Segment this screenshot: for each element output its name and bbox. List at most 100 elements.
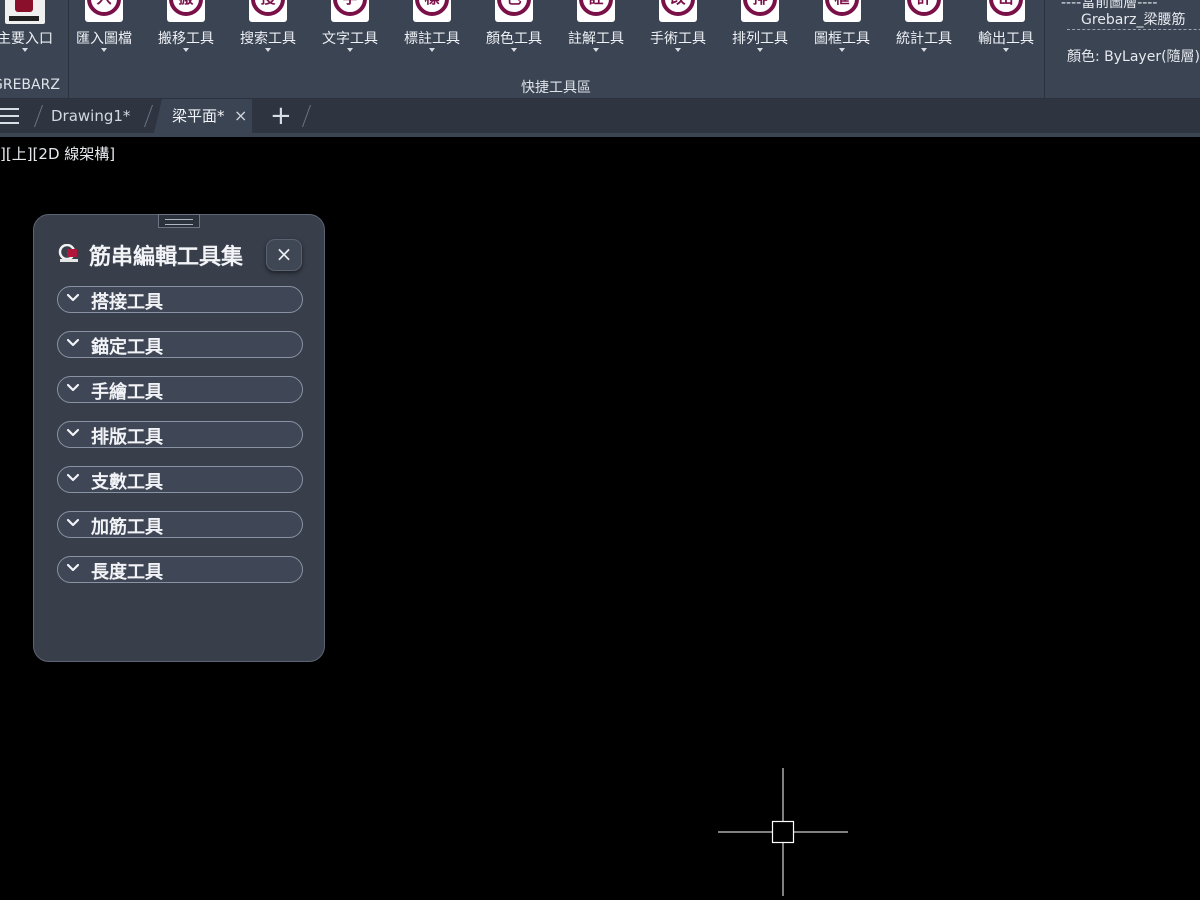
chevron-down-icon xyxy=(66,518,80,527)
tool-glyph: 標 xyxy=(415,0,449,16)
grebarz-logo-icon xyxy=(58,244,78,262)
tool-label: 註解工具 xyxy=(568,31,624,47)
chevron-down-icon xyxy=(66,428,80,437)
chevron-down-icon[interactable] xyxy=(101,48,107,52)
tool-button[interactable]: 色顏色工具 xyxy=(474,0,554,60)
tool-label: 統計工具 xyxy=(896,31,952,47)
chevron-down-icon xyxy=(66,563,80,572)
chevron-down-icon xyxy=(66,473,80,482)
palette-section[interactable]: 手繪工具 xyxy=(57,376,303,403)
tool-button[interactable]: 字文字工具 xyxy=(310,0,390,60)
palette-section[interactable]: 錨定工具 xyxy=(57,331,303,358)
tool-label: 搬移工具 xyxy=(158,31,214,47)
tool-button[interactable]: 搬搬移工具 xyxy=(146,0,226,60)
tool-glyph: 出 xyxy=(989,0,1023,16)
palette-section-label: 手繪工具 xyxy=(91,382,163,403)
palette-section-label: 長度工具 xyxy=(91,562,163,583)
chevron-down-icon[interactable] xyxy=(675,48,681,52)
layer-divider xyxy=(1067,29,1200,30)
viewport-controls[interactable]: ][上][2D 線架構] xyxy=(0,143,115,164)
tool-glyph: 改 xyxy=(661,0,695,16)
crosshair-cursor xyxy=(718,768,848,896)
tool-glyph: 入 xyxy=(87,0,121,16)
current-layer-name[interactable]: Grebarz_梁腰筋 xyxy=(1081,9,1185,29)
chevron-down-icon[interactable] xyxy=(593,48,599,52)
tool-glyph: 色 xyxy=(497,0,531,16)
ribbon-group-quick-tools: 入匯入圖檔搬搬移工具搜搜索工具字文字工具標標註工具色顏色工具註註解工具改手術工具… xyxy=(68,0,1045,98)
chevron-down-icon[interactable] xyxy=(265,48,271,52)
chevron-down-icon[interactable] xyxy=(183,48,189,52)
tool-glyph: 排 xyxy=(743,0,777,16)
tool-button[interactable]: 標標註工具 xyxy=(392,0,472,60)
chevron-down-icon xyxy=(66,293,80,302)
palette-section-label: 加筋工具 xyxy=(91,517,163,538)
current-layer-color[interactable]: 顏色: ByLayer(隨層) xyxy=(1067,46,1200,66)
palette-section-label: 支數工具 xyxy=(91,472,163,493)
ribbon: 主要入口 GREBARZ 入匯入圖檔搬搬移工具搜搜索工具字文字工具標標註工具色顏… xyxy=(0,0,1200,99)
chevron-down-icon[interactable] xyxy=(429,48,435,52)
close-tab-icon[interactable]: × xyxy=(234,99,247,133)
tool-button[interactable]: 入匯入圖檔 xyxy=(64,0,144,60)
chevron-down-icon[interactable] xyxy=(921,48,927,52)
tool-label: 輸出工具 xyxy=(978,31,1034,47)
palette-section[interactable]: 長度工具 xyxy=(57,556,303,583)
tab-bar-underline xyxy=(0,133,1200,137)
chevron-down-icon xyxy=(66,338,80,347)
palette-section[interactable]: 搭接工具 xyxy=(57,286,303,313)
close-icon[interactable]: × xyxy=(266,239,302,271)
tool-icon: 色 xyxy=(495,0,533,22)
tool-icon: 字 xyxy=(331,0,369,22)
ribbon-group-layer: ----當前圖層---- Grebarz_梁腰筋 顏色: ByLayer(隨層) xyxy=(1045,0,1200,98)
palette-section[interactable]: 加筋工具 xyxy=(57,511,303,538)
main-entry-label: 主要入口 xyxy=(0,31,53,47)
chevron-down-icon[interactable] xyxy=(1003,48,1009,52)
tool-button[interactable]: 計統計工具 xyxy=(884,0,964,60)
chevron-down-icon[interactable] xyxy=(511,48,517,52)
tool-glyph: 框 xyxy=(825,0,859,16)
tool-glyph: 計 xyxy=(907,0,941,16)
tool-label: 圖框工具 xyxy=(814,31,870,47)
add-tab-icon[interactable]: + xyxy=(270,99,292,133)
tool-label: 顏色工具 xyxy=(486,31,542,47)
tab-beam-plan[interactable]: 梁平面* × xyxy=(154,99,252,133)
tool-icon: 入 xyxy=(85,0,123,22)
tool-icon: 搜 xyxy=(249,0,287,22)
tool-label: 文字工具 xyxy=(322,31,378,47)
palette-drag-handle[interactable] xyxy=(158,214,200,228)
menu-icon[interactable] xyxy=(0,108,20,124)
tool-icon: 標 xyxy=(413,0,451,22)
group-caption-main: GREBARZ xyxy=(0,77,60,93)
tool-glyph: 註 xyxy=(579,0,613,16)
tool-button[interactable]: 排排列工具 xyxy=(720,0,800,60)
chevron-down-icon[interactable] xyxy=(347,48,353,52)
tool-label: 匯入圖檔 xyxy=(76,31,132,47)
tool-icon: 出 xyxy=(987,0,1025,22)
tab-divider xyxy=(143,105,154,127)
tool-glyph: 搜 xyxy=(251,0,285,16)
tab-beam-plan-label: 梁平面* xyxy=(172,107,225,125)
tool-icon: 框 xyxy=(823,0,861,22)
tool-label: 排列工具 xyxy=(732,31,788,47)
tool-button[interactable]: 註註解工具 xyxy=(556,0,636,60)
tool-button[interactable]: 搜搜索工具 xyxy=(228,0,308,60)
palette-section-label: 排版工具 xyxy=(91,427,163,448)
tool-glyph: 搬 xyxy=(169,0,203,16)
tool-button[interactable]: 改手術工具 xyxy=(638,0,718,60)
tab-divider xyxy=(301,105,312,127)
tool-glyph: 字 xyxy=(333,0,367,16)
chevron-down-icon[interactable] xyxy=(839,48,845,52)
chevron-down-icon[interactable] xyxy=(757,48,763,52)
tool-icon: 計 xyxy=(905,0,943,22)
palette-section[interactable]: 支數工具 xyxy=(57,466,303,493)
document-tab-bar: Drawing1* 梁平面* × + xyxy=(0,99,1200,133)
tool-button[interactable]: 出輸出工具 xyxy=(966,0,1046,60)
tool-button[interactable]: 框圖框工具 xyxy=(802,0,882,60)
palette-title: 筋串編輯工具集 xyxy=(89,245,244,270)
palette-section[interactable]: 排版工具 xyxy=(57,421,303,448)
tab-drawing1[interactable]: Drawing1* xyxy=(51,99,130,133)
main-entry-button[interactable]: 主要入口 xyxy=(0,0,60,60)
chevron-down-icon[interactable] xyxy=(22,48,28,52)
grebarz-logo-icon xyxy=(5,0,45,24)
palette-section-label: 搭接工具 xyxy=(91,292,163,313)
tool-icon: 改 xyxy=(659,0,697,22)
